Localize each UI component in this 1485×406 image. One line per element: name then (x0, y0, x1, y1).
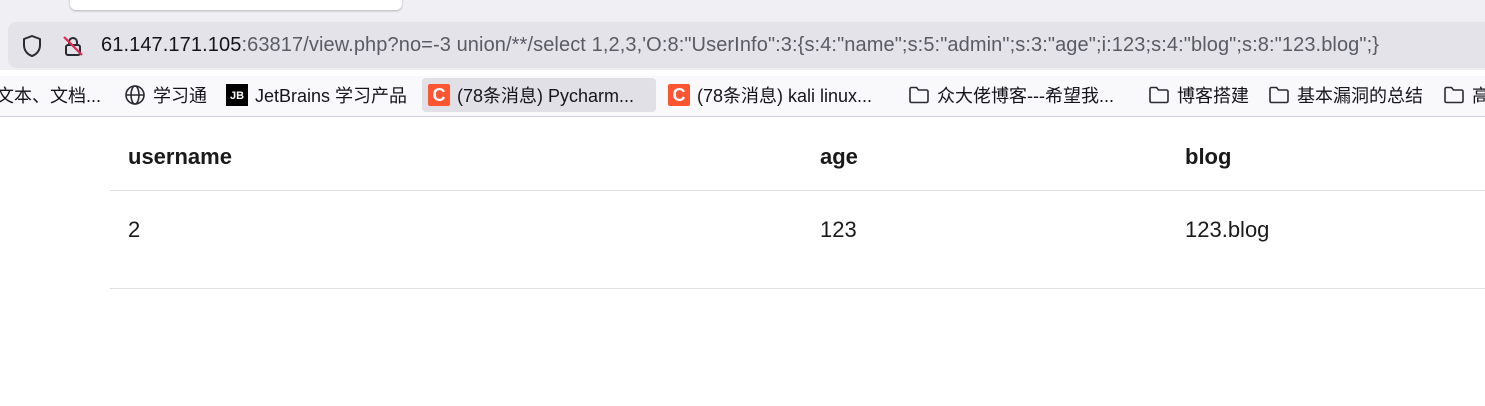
bookmarks-toolbar: 文本、文档... 学习通 JB JetBrains 学习产品 C (78条消息)… (0, 76, 1485, 116)
navigation-toolbar: 61.147.171.105:63817/view.php?no=-3 unio… (0, 22, 1485, 70)
folder-icon (1443, 84, 1465, 106)
tab-strip (0, 0, 1485, 22)
bookmark-label: (78条消息) Pycharm... (457, 86, 635, 106)
folder-icon (1268, 84, 1290, 106)
header-age: age (820, 144, 858, 169)
bookmark-label: (78条消息) kali linux... (697, 86, 873, 106)
table-row: 2 123 123.blog (110, 191, 1485, 289)
table-header: username age blog (110, 117, 1485, 191)
bookmark-label: JetBrains 学习产品 (255, 86, 408, 106)
user-table: username age blog 2 123 123.blog (110, 117, 1485, 289)
bookmark-folder[interactable]: 众大佬博客---希望我... (908, 78, 1114, 112)
csdn-icon: C (668, 84, 690, 106)
cell-blog: 123.blog (1185, 217, 1270, 242)
header-username: username (128, 144, 232, 169)
bookmark-label: 高 (1472, 86, 1485, 106)
address-bar[interactable]: 61.147.171.105:63817/view.php?no=-3 unio… (8, 22, 1485, 68)
csdn-icon: C (428, 84, 450, 106)
folder-icon (1148, 84, 1170, 106)
bookmark-folder[interactable]: 基本漏洞的总结 (1268, 78, 1423, 112)
bookmark-item[interactable]: C (78条消息) kali linux... (668, 78, 872, 112)
bookmark-item[interactable]: 学习通 (124, 78, 207, 112)
bookmark-folder[interactable]: 高 (1443, 78, 1485, 112)
folder-icon (908, 84, 930, 106)
cell-username: 2 (128, 217, 141, 242)
bookmark-item[interactable]: C (78条消息) Pycharm... (422, 78, 656, 112)
bookmark-label: 博客搭建 (1177, 86, 1249, 106)
globe-icon (124, 84, 146, 106)
active-tab[interactable] (70, 0, 402, 10)
bookmark-item[interactable]: JB JetBrains 学习产品 (226, 78, 407, 112)
bookmark-label: 众大佬博客---希望我... (937, 86, 1114, 106)
insecure-lock-icon[interactable] (61, 34, 85, 58)
bookmark-folder[interactable]: 博客搭建 (1148, 78, 1249, 112)
header-blog: blog (1185, 144, 1232, 169)
shield-icon[interactable] (20, 34, 44, 58)
cell-age: 123 (820, 217, 857, 242)
url-path: :63817/view.php?no=-3 union/**/select 1,… (241, 34, 1380, 56)
bookmark-label: 文本、文档... (0, 86, 102, 106)
bookmark-label: 学习通 (153, 86, 207, 106)
bookmark-label: 基本漏洞的总结 (1297, 86, 1423, 106)
url-text[interactable]: 61.147.171.105:63817/view.php?no=-3 unio… (101, 33, 1379, 57)
jetbrains-icon: JB (226, 84, 248, 106)
bookmark-item[interactable]: 文本、文档... (0, 78, 101, 112)
url-host: 61.147.171.105 (101, 34, 242, 56)
